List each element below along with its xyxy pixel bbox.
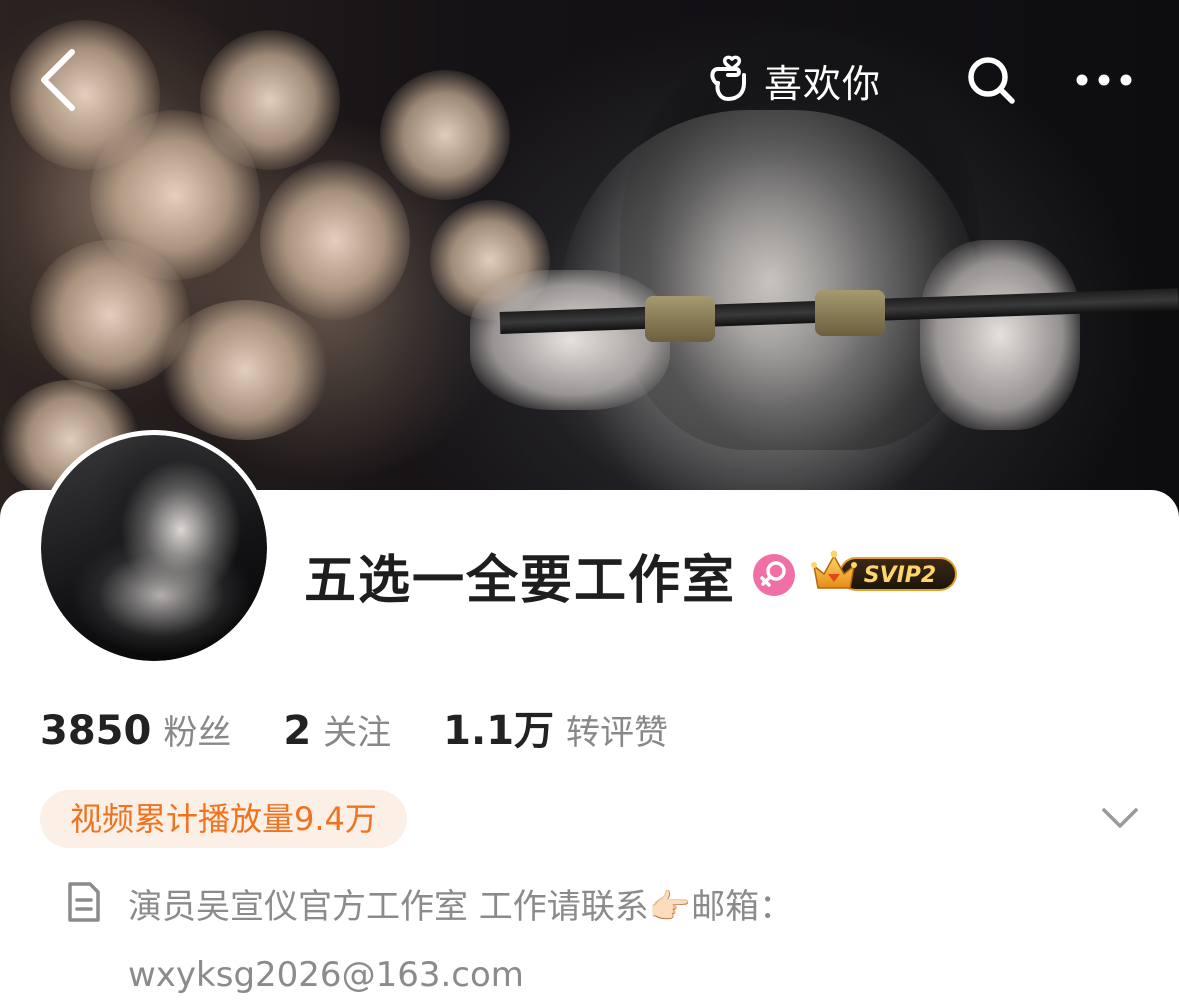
stat-value: 3850	[40, 708, 152, 754]
stat-label: 关注	[323, 713, 392, 753]
stat-followers[interactable]: 3850 粉丝	[40, 705, 231, 754]
blossom-decoration	[200, 30, 340, 170]
stat-label: 粉丝	[163, 713, 232, 753]
blossom-decoration	[260, 160, 410, 320]
stats-row: 3850 粉丝 2 关注 1.1万 转评赞	[40, 698, 668, 758]
figure-hand-left	[470, 270, 670, 410]
avatar-image	[41, 435, 267, 661]
figure-hand-right	[920, 240, 1080, 430]
stat-interactions[interactable]: 1.1万 转评赞	[443, 698, 668, 756]
more-button[interactable]	[1072, 52, 1136, 108]
search-button[interactable]	[960, 52, 1022, 108]
document-icon	[68, 882, 100, 922]
sword-guard	[645, 296, 715, 342]
stat-following[interactable]: 2 关注	[283, 705, 391, 754]
chevron-down-icon[interactable]	[1096, 796, 1144, 840]
finger-heart-icon	[710, 55, 746, 101]
more-dots-icon	[1076, 74, 1132, 86]
video-play-count-badge[interactable]: 视频累计播放量9.4万	[40, 790, 407, 848]
stat-label: 转评赞	[566, 713, 669, 753]
svip-label: SVIP2	[864, 563, 937, 588]
blossom-decoration	[380, 70, 510, 200]
back-button[interactable]	[28, 40, 88, 120]
sword-guard	[815, 290, 885, 336]
stat-value: 2	[283, 708, 312, 754]
svip-badge[interactable]: SVIP2	[810, 548, 960, 596]
profile-name: 五选一全要工作室	[304, 551, 737, 611]
chevron-left-icon	[41, 49, 75, 111]
stat-value: 1.1万	[443, 708, 555, 754]
like-you-button[interactable]: 喜欢你	[706, 52, 881, 108]
avatar[interactable]	[36, 430, 272, 666]
like-you-label: 喜欢你	[764, 61, 882, 106]
profile-page: 喜欢你 五选一全要工作室 SVIP2 3850 粉丝 2 关注 1.1万 转评赞…	[0, 0, 1179, 1003]
female-gender-icon	[753, 554, 795, 596]
bio-text: 演员吴宣仪官方工作室 工作请联系👉🏻邮箱：wxyksg2026@163.com	[128, 887, 794, 995]
crown-icon	[811, 550, 857, 589]
search-icon	[968, 57, 1015, 104]
blossom-decoration	[160, 300, 330, 440]
